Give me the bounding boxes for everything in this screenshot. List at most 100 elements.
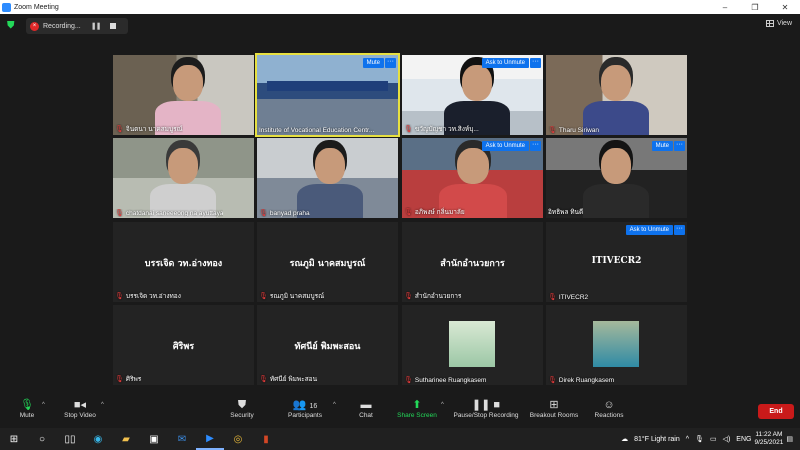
pause-recording-icon[interactable]: ❚❚ xyxy=(91,22,102,30)
chat-button[interactable]: ▬ Chat xyxy=(356,398,376,419)
zoom-taskbar-icon[interactable]: ▶ xyxy=(196,428,224,450)
mail-icon[interactable]: ✉ xyxy=(168,428,196,450)
volume-icon[interactable]: ◁) xyxy=(723,435,731,443)
participant-face xyxy=(462,65,492,101)
participant-name: 🎙 Direk Ruangkasem xyxy=(548,376,614,385)
more-options-icon[interactable]: ··· xyxy=(385,58,396,68)
minimize-icon[interactable]: – xyxy=(710,3,740,12)
language-indicator[interactable]: ENG xyxy=(736,436,751,443)
participant-name: 🎙 สำนักอำนวยการ xyxy=(404,291,461,301)
participant-center-name: บรรเจิด วท.อ่างทอง xyxy=(144,259,223,269)
mic-muted-icon: 🎙 xyxy=(115,210,124,217)
reactions-button[interactable]: ☺ Reactions xyxy=(592,398,626,419)
stop-recording-icon[interactable] xyxy=(110,23,117,29)
participant-tile[interactable]: Mute ··· Institute of Vocational Education… xyxy=(255,53,400,137)
share-options-chevron-icon[interactable]: ^ xyxy=(441,402,444,408)
participant-name: 🎙 banyad praha xyxy=(259,209,310,218)
participant-tile[interactable]: บรรเจิด วท.อ่างทอง 🎙 บรรเจิด วท.อ่างทอง xyxy=(113,222,254,302)
tray-overflow-icon[interactable]: ^ xyxy=(686,436,689,443)
participant-name-text: chatdanai saneeeong na ayuttaya xyxy=(125,209,224,217)
ask-to-unmute-button[interactable]: Ask to Unmute xyxy=(481,58,529,68)
pause-stop-icon: ❚❚ ■ xyxy=(471,399,501,411)
breakout-rooms-icon: ⊞ xyxy=(549,399,559,411)
meeting-toolbar: 🎙 Mute ^ ■◂ Stop Video ^ ⛊ Security 👥 16… xyxy=(0,393,800,428)
notifications-icon[interactable]: ▤ xyxy=(786,435,793,443)
participant-tile[interactable]: 🎙 Direk Ruangkasem xyxy=(546,305,687,385)
participants-button[interactable]: 👥 16 Participants xyxy=(284,398,326,419)
pause-stop-recording-button[interactable]: ❚❚ ■ Pause/Stop Recording xyxy=(450,398,522,419)
share-screen-button[interactable]: ⬆ Share Screen xyxy=(396,398,438,419)
chrome-icon[interactable]: ◎ xyxy=(224,428,252,450)
video-options-chevron-icon[interactable]: ^ xyxy=(101,402,104,408)
mute-label: Mute xyxy=(19,412,35,419)
smiley-icon: ☺ xyxy=(603,399,615,411)
task-view-icon[interactable]: ▯▯ xyxy=(56,428,84,450)
participant-tile[interactable]: Ask to Unmute ··· 🎙 ขวัญบัญชา วท.สิงห์บุ... xyxy=(402,55,543,135)
store-icon[interactable]: ▣ xyxy=(140,428,168,450)
mic-tray-icon[interactable]: 🎙 xyxy=(695,435,704,443)
network-icon[interactable]: ▭ xyxy=(710,435,717,443)
microphone-icon: 🎙 xyxy=(20,399,34,411)
weather-text[interactable]: 81°F Light rain xyxy=(634,436,680,443)
participant-tile[interactable]: 🎙 Sutharinee Ruangkasem xyxy=(402,305,543,385)
mute-participant-button[interactable]: Mute xyxy=(362,58,384,68)
breakout-rooms-button[interactable]: ⊞ Breakout Rooms xyxy=(528,398,580,419)
participant-name-text: ศิริพร xyxy=(125,376,142,383)
mic-muted-icon: 🎙 xyxy=(404,377,413,384)
participant-tile[interactable]: สำนักอำนวยการ 🎙 สำนักอำนวยการ xyxy=(402,222,543,302)
participant-video xyxy=(257,138,398,218)
participant-tile[interactable]: Ask to Unmute ··· 🎙 อภิพงษ์ กลิ่นมาลัย xyxy=(402,138,543,218)
participant-tile[interactable]: ศิริพร 🎙 ศิริพร xyxy=(113,305,254,385)
file-explorer-icon[interactable]: ▰ xyxy=(112,428,140,450)
system-tray: ☁ 81°F Light rain ^ 🎙 ▭ ◁) ENG 11:22 AM … xyxy=(618,428,796,450)
edge-browser-icon[interactable]: ◉ xyxy=(84,428,112,450)
participant-video xyxy=(113,138,254,218)
mic-muted-icon: 🎙 xyxy=(548,127,557,134)
participant-tile[interactable]: 🎙 Tharu Siriwan xyxy=(546,55,687,135)
view-button[interactable]: View xyxy=(765,20,792,27)
participant-tile[interactable]: 🎙 banyad praha xyxy=(257,138,398,218)
end-meeting-button[interactable]: End xyxy=(758,404,794,419)
clock[interactable]: 11:22 AM 9/25/2021 xyxy=(754,431,783,447)
participant-tile[interactable]: ทัศนีย์ พิมพะสอน 🎙 ทัศนีย์ พิมพะสอน xyxy=(257,305,398,385)
recording-icon: × xyxy=(30,21,39,31)
powerpoint-icon[interactable]: ▮ xyxy=(252,428,280,450)
participant-tile[interactable]: 🎙 chatdanai saneeeong na ayuttaya xyxy=(113,138,254,218)
audio-options-chevron-icon[interactable]: ^ xyxy=(42,402,45,408)
participant-face xyxy=(168,148,198,184)
windows-start-icon[interactable]: ⊞ xyxy=(0,428,28,450)
security-shield-icon[interactable]: ⛊ xyxy=(7,20,17,31)
close-icon[interactable]: ✕ xyxy=(770,3,800,12)
participant-tile[interactable]: 🎙 จินตนา นาคสมบูรณ์ xyxy=(113,55,254,135)
stop-video-button[interactable]: ■◂ Stop Video xyxy=(62,398,98,419)
share-screen-icon: ⬆ xyxy=(412,399,422,411)
more-options-icon[interactable]: ··· xyxy=(674,141,685,151)
ask-to-unmute-button[interactable]: Ask to Unmute xyxy=(481,141,529,151)
mic-muted-icon: 🎙 xyxy=(548,294,557,301)
mic-muted-icon: 🎙 xyxy=(548,377,557,384)
stop-video-label: Stop Video xyxy=(64,412,96,419)
ask-to-unmute-button[interactable]: Ask to Unmute xyxy=(625,225,673,235)
search-icon[interactable]: ○ xyxy=(28,428,56,450)
participants-chevron-icon[interactable]: ^ xyxy=(333,402,336,408)
participant-tile[interactable]: รณภูมิ นาคสมบูรณ์ 🎙 รณภูมิ นาคสมบูรณ์ xyxy=(257,222,398,302)
participant-face xyxy=(315,148,345,184)
security-button[interactable]: ⛊ Security xyxy=(227,398,257,419)
participants-label: Participants xyxy=(288,412,322,419)
participants-icon: 👥 16 xyxy=(292,399,318,411)
maximize-icon[interactable]: ❐ xyxy=(740,3,770,12)
participant-center-name: สำนักอำนวยการ xyxy=(440,259,505,269)
mic-muted-icon: 🎙 xyxy=(404,293,413,300)
more-options-icon[interactable]: ··· xyxy=(530,141,541,151)
banner xyxy=(267,81,388,91)
mute-button[interactable]: 🎙 Mute xyxy=(16,398,38,419)
participant-tile[interactable]: ITIVECR2 Ask to Unmute ··· 🎙 ITIVECR2 xyxy=(546,222,687,302)
more-options-icon[interactable]: ··· xyxy=(674,225,685,235)
participant-center-name: ITIVECR2 xyxy=(591,256,642,266)
participant-tile[interactable]: Mute ··· อิทธิพล ทินดี xyxy=(546,138,687,218)
recording-indicator: × Recording... ❚❚ xyxy=(26,18,128,34)
participant-name-text: อิทธิพล ทินดี xyxy=(548,209,584,216)
participant-name-text: ทัศนีย์ พิมพะสอน xyxy=(269,376,318,383)
more-options-icon[interactable]: ··· xyxy=(530,58,541,68)
mute-participant-button[interactable]: Mute xyxy=(651,141,673,151)
